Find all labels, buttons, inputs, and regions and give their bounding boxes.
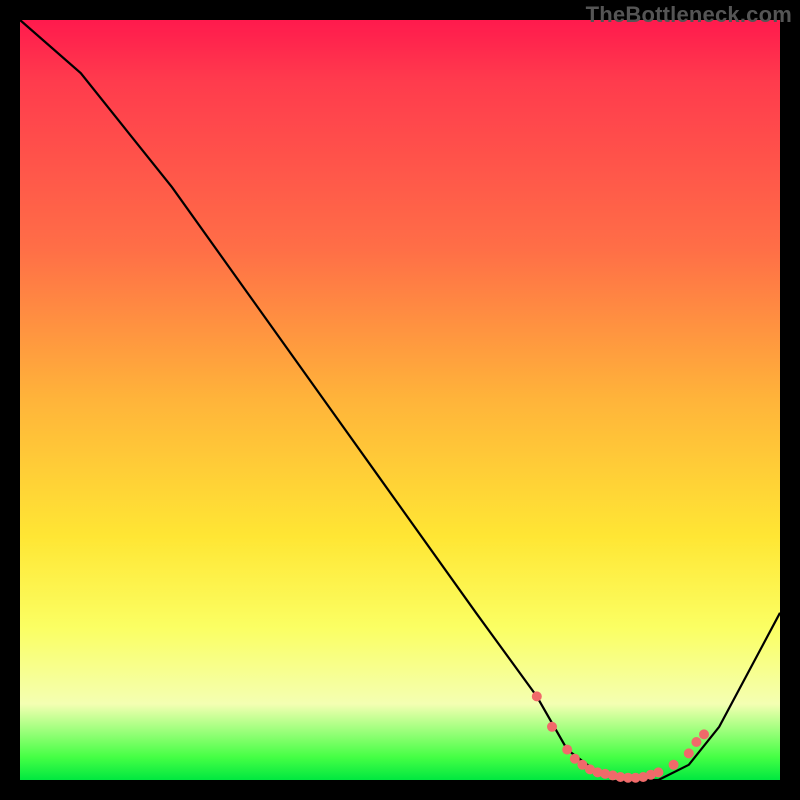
highlight-dot [684, 748, 694, 758]
bottleneck-curve [20, 20, 780, 780]
highlight-dot [699, 729, 709, 739]
bottleneck-curve-svg [20, 20, 780, 780]
highlight-dot [532, 691, 542, 701]
gradient-plot-area [20, 20, 780, 780]
highlight-dot [691, 737, 701, 747]
highlight-dot [669, 760, 679, 770]
highlight-dot [547, 722, 557, 732]
highlight-dot [653, 767, 663, 777]
highlight-dot [562, 745, 572, 755]
chart-frame: TheBottleneck.com [0, 0, 800, 800]
